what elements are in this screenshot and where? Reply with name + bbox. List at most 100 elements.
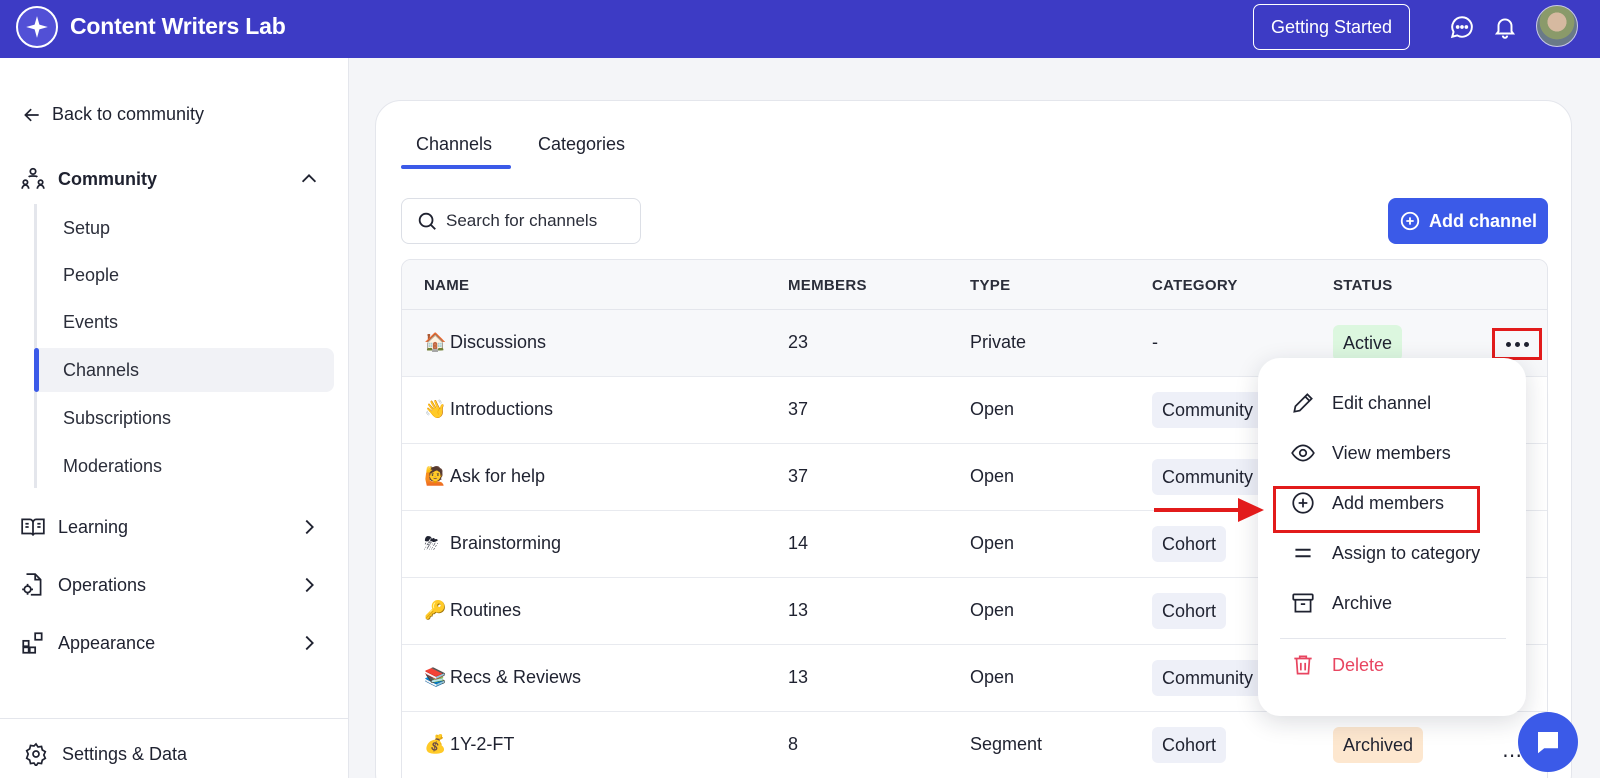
pencil-icon (1293, 393, 1313, 413)
book-icon (21, 518, 45, 536)
chat-bubble-icon (1538, 732, 1558, 754)
support-chat-button[interactable] (1518, 712, 1578, 772)
column-status[interactable]: STATUS (1333, 277, 1393, 294)
app-title[interactable]: Content Writers Lab (70, 13, 286, 40)
sidebar-item-moderations[interactable]: Moderations (34, 444, 334, 488)
category-chip: Cohort (1152, 526, 1227, 562)
equals-icon (1295, 548, 1311, 558)
chevron-right-icon (305, 635, 314, 651)
menu-label: Edit channel (1332, 392, 1432, 413)
column-members[interactable]: MEMBERS (788, 277, 867, 294)
getting-started-button[interactable]: Getting Started (1253, 4, 1410, 50)
channel-name[interactable]: 🙋 Ask for help (424, 466, 545, 487)
sidebar-group-community[interactable]: Community (20, 166, 320, 192)
members-count: 37 (788, 466, 809, 486)
column-name[interactable]: NAME (424, 277, 469, 294)
channel-emoji: 💰 (424, 734, 447, 755)
channel-name-text: Recs & Reviews (450, 667, 582, 687)
search-input[interactable] (446, 211, 636, 231)
add-channel-button[interactable]: Add channel (1388, 198, 1548, 244)
menu-item-edit-channel[interactable]: Edit channel (1290, 383, 1431, 423)
settings-label: Settings & Data (62, 743, 188, 764)
column-category[interactable]: CATEGORY (1152, 277, 1238, 294)
channel-name-text: 1Y-2-FT (450, 734, 515, 754)
category-chip: Community (1152, 459, 1264, 495)
channel-type: Private (970, 332, 1027, 352)
avatar[interactable] (1536, 5, 1578, 47)
category-chip: Community (1152, 660, 1264, 696)
channel-emoji: 🙋 (424, 466, 447, 487)
channel-emoji: 🏠 (424, 332, 447, 353)
tab-categories[interactable]: Categories (538, 134, 625, 155)
table-row[interactable]: 💰 1Y-2-FT 8 Segment Cohort Archived (402, 712, 1547, 778)
channel-name[interactable]: 💰 1Y-2-FT (424, 734, 514, 755)
sidebar-item-subscriptions[interactable]: Subscriptions (34, 396, 334, 440)
chat-icon[interactable] (1449, 14, 1475, 40)
channel-name-text: Ask for help (450, 466, 546, 486)
category-chip: Community (1152, 392, 1264, 428)
menu-item-assign-category[interactable]: Assign to category (1290, 533, 1480, 573)
members-count: 23 (788, 332, 809, 352)
sidebar-item-channels[interactable]: Channels (34, 348, 334, 392)
channel-type: Open (970, 533, 1015, 553)
add-channel-label: Add channel (1428, 210, 1537, 231)
appearance-label: Appearance (58, 632, 156, 653)
chevron-right-icon (305, 519, 314, 535)
sidebar-group-appearance[interactable]: Appearance (20, 630, 320, 656)
members-count: 8 (788, 734, 799, 754)
sidebar-item-events[interactable]: Events (34, 300, 334, 344)
table-header: NAME MEMBERS TYPE CATEGORY STATUS (402, 260, 1547, 310)
blocks-icon (22, 632, 43, 654)
sidebar-item-people[interactable]: People (34, 253, 334, 297)
back-to-community-link[interactable]: Back to community (22, 104, 204, 125)
menu-item-archive[interactable]: Archive (1290, 583, 1392, 623)
channel-name[interactable]: 🏠 Discussions (424, 332, 546, 353)
community-icon (21, 167, 45, 189)
menu-item-view-members[interactable]: View members (1290, 433, 1451, 473)
channel-actions-menu: Edit channel View members Add members As… (1258, 358, 1526, 716)
sidebar-item-setup[interactable]: Setup (34, 206, 334, 250)
channel-name[interactable]: ⛈ Brainstorming (424, 533, 561, 554)
archive-icon (1292, 593, 1314, 613)
channel-emoji: 👋 (424, 399, 447, 420)
menu-item-delete[interactable]: Delete (1290, 645, 1384, 685)
tab-channels[interactable]: Channels (416, 134, 492, 155)
status-badge: Active (1333, 325, 1403, 361)
community-label: Community (58, 168, 157, 189)
bell-icon[interactable] (1492, 14, 1518, 40)
gear-icon (25, 742, 47, 766)
channel-name-text: Brainstorming (450, 533, 562, 553)
channel-name-text: Discussions (450, 332, 547, 352)
sidebar-group-operations[interactable]: Operations (20, 572, 320, 598)
menu-label: Archive (1332, 592, 1393, 613)
menu-label: Delete (1332, 654, 1385, 675)
channel-name[interactable]: 👋 Introductions (424, 399, 553, 420)
logo-icon[interactable] (16, 6, 58, 48)
channel-category: - (1152, 332, 1158, 352)
channel-type: Segment (970, 734, 1043, 754)
settings-link[interactable]: Settings & Data (24, 742, 187, 766)
search-box[interactable] (401, 198, 641, 244)
channel-type: Open (970, 399, 1015, 419)
column-type[interactable]: TYPE (970, 277, 1010, 294)
channel-name[interactable]: 📚 Recs & Reviews (424, 667, 581, 688)
menu-label: Assign to category (1332, 542, 1481, 563)
members-count: 37 (788, 399, 809, 419)
members-count: 13 (788, 667, 809, 687)
back-label: Back to community (52, 104, 205, 124)
sidebar-group-learning[interactable]: Learning (20, 514, 320, 540)
sidebar-divider (0, 718, 349, 719)
members-count: 14 (788, 533, 809, 553)
channel-emoji: 📚 (424, 667, 447, 688)
chevron-right-icon (305, 577, 314, 593)
category-chip: Cohort (1152, 593, 1227, 629)
operations-label: Operations (58, 574, 147, 595)
arrow-left-icon (24, 108, 39, 121)
annotation-arrow-icon (1154, 498, 1264, 522)
status-badge: Archived (1333, 727, 1424, 763)
learning-label: Learning (58, 516, 129, 537)
trash-icon (1294, 655, 1312, 675)
search-icon (418, 212, 436, 230)
channel-name[interactable]: 🔑 Routines (424, 600, 521, 621)
row-actions-button[interactable] (1492, 328, 1542, 360)
